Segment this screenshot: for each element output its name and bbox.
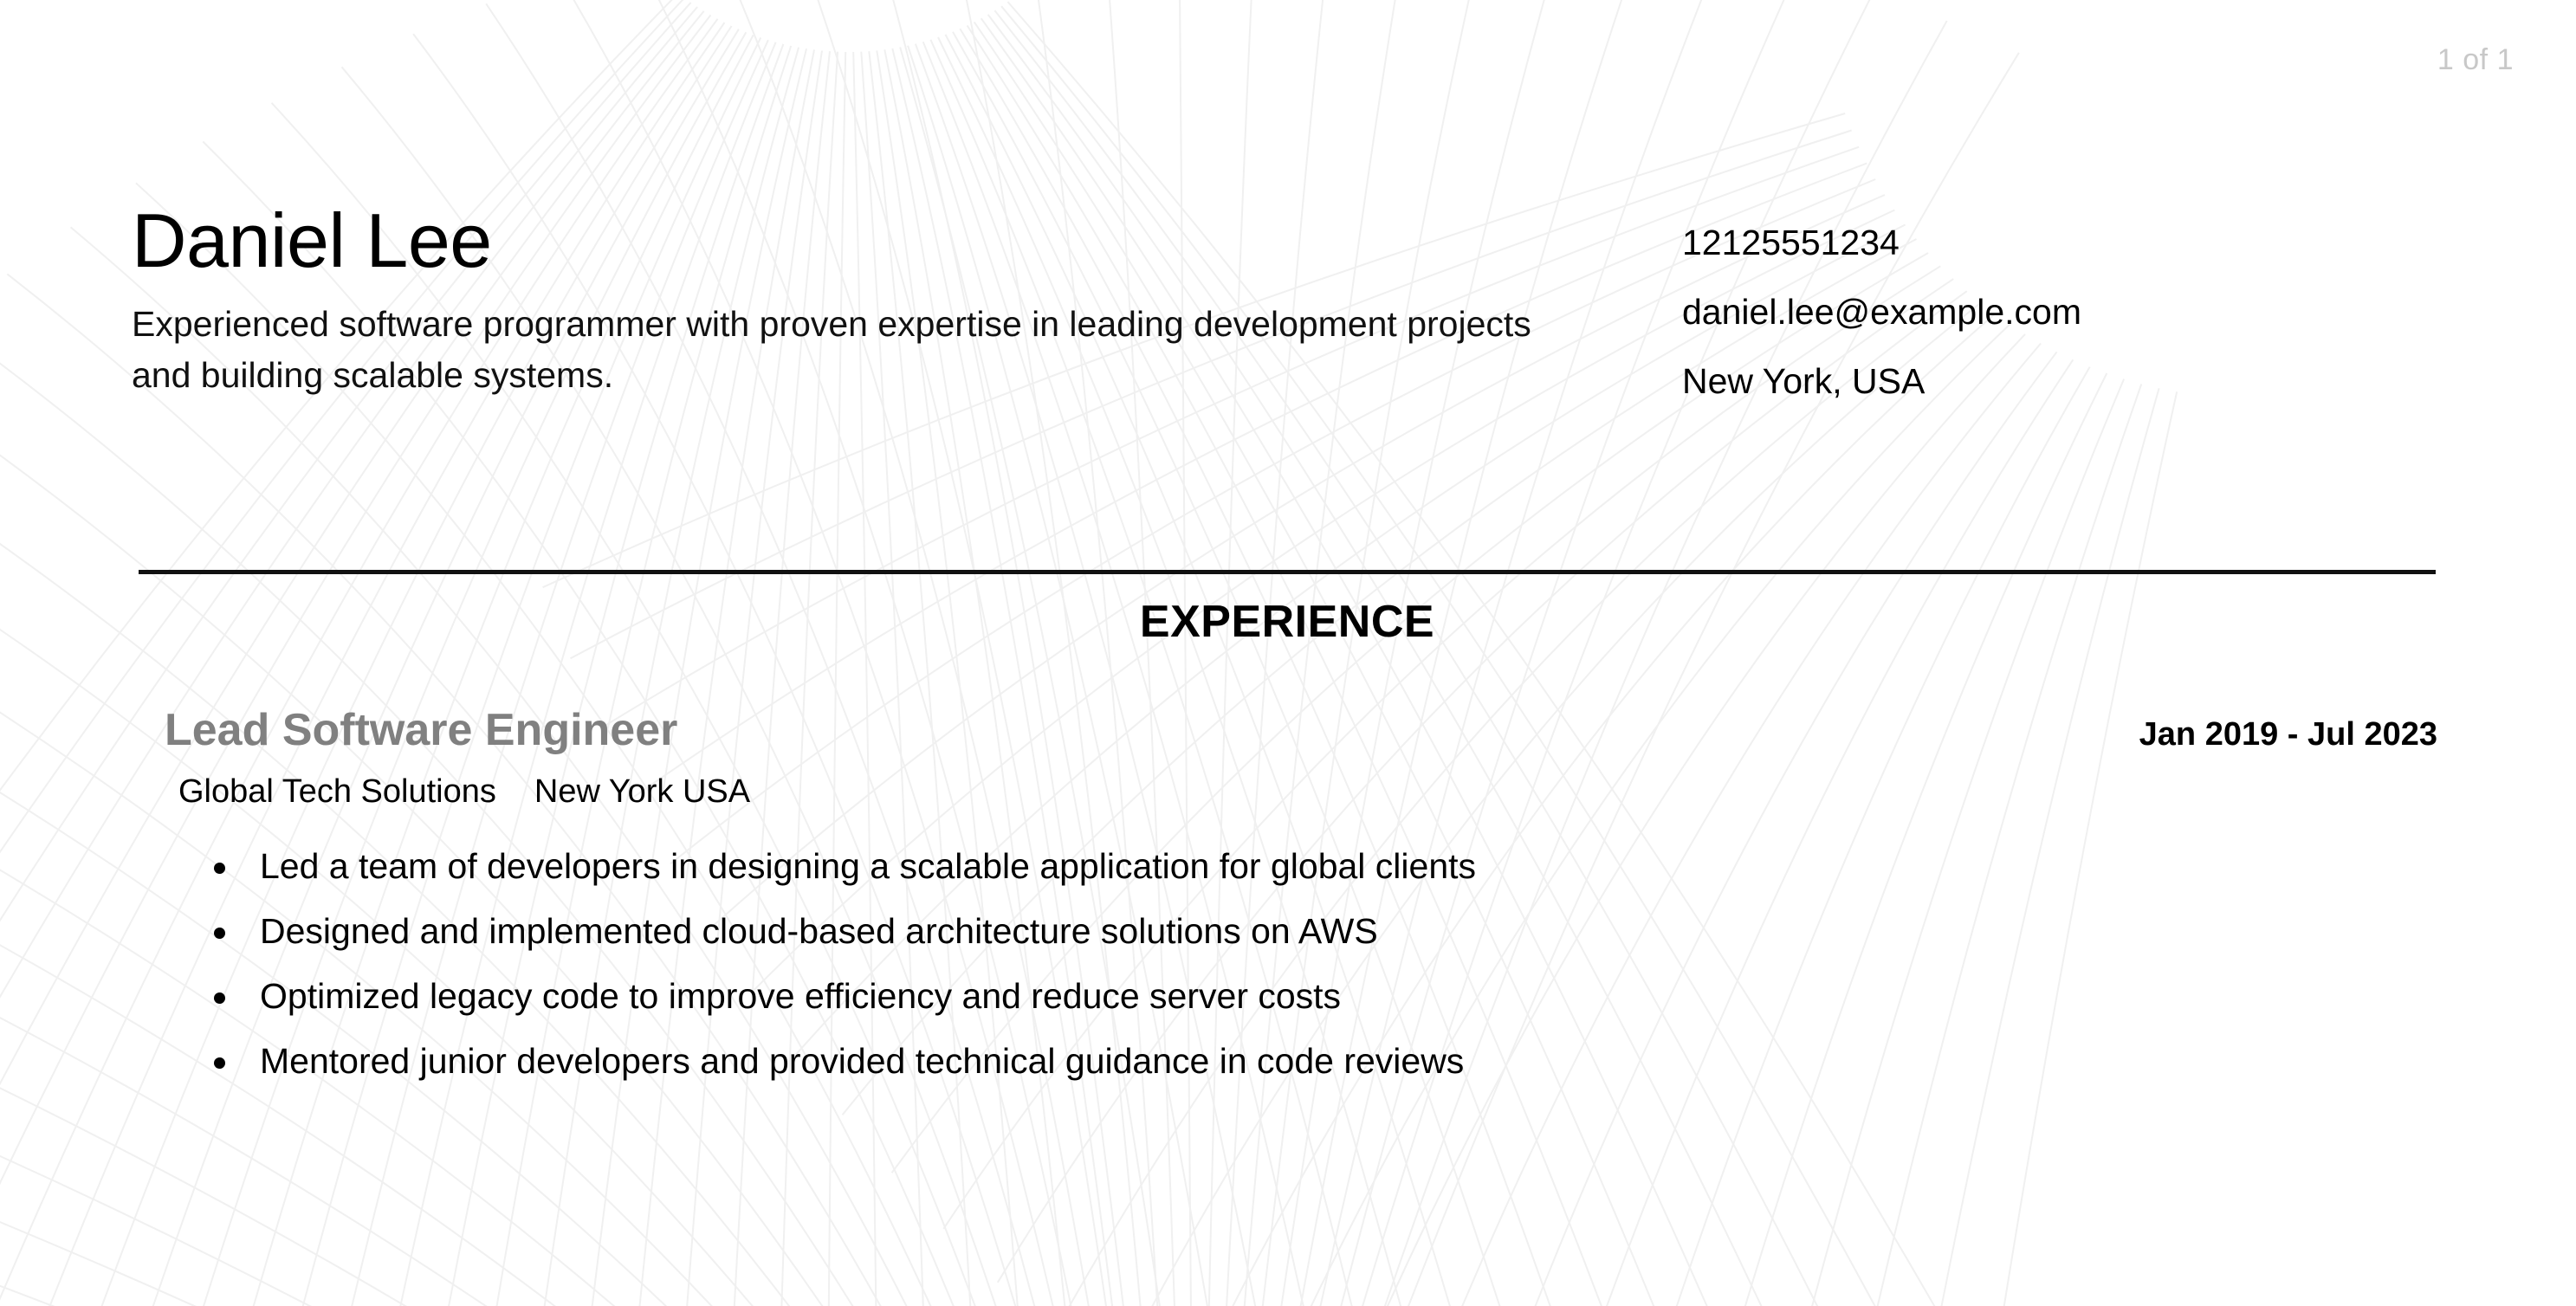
bullet-dot-icon bbox=[214, 862, 225, 874]
section-divider-rule bbox=[139, 570, 2436, 574]
list-item: Optimized legacy code to improve efficie… bbox=[165, 975, 2443, 1016]
bullet-dot-icon bbox=[214, 992, 225, 1004]
list-item: Led a team of developers in designing a … bbox=[165, 845, 2443, 886]
experience-entry-header: Lead Software Engineer Jan 2019 - Jul 20… bbox=[165, 705, 2443, 755]
list-item: Designed and implemented cloud-based arc… bbox=[165, 910, 2443, 951]
bullet-dot-icon bbox=[214, 1057, 225, 1069]
contact-block: 12125551234 daniel.lee@example.com New Y… bbox=[1682, 199, 2436, 399]
page-title: Daniel Lee bbox=[132, 197, 492, 283]
employer-line: Global Tech Solutions New York USA bbox=[165, 773, 2443, 811]
list-item-text: Optimized legacy code to improve efficie… bbox=[260, 975, 1342, 1016]
contact-location: New York, USA bbox=[1682, 361, 1926, 401]
page-indicator: 1 of 1 bbox=[2437, 43, 2514, 76]
company-name: Global Tech Solutions bbox=[178, 773, 496, 811]
bullet-dot-icon bbox=[214, 927, 225, 939]
resume-header: Daniel Lee Experienced software programm… bbox=[132, 199, 2436, 401]
job-location: New York USA bbox=[534, 773, 751, 811]
contact-phone[interactable]: 12125551234 bbox=[1682, 225, 2436, 261]
list-item-text: Mentored junior developers and provided … bbox=[260, 1040, 1465, 1081]
list-item: Mentored junior developers and provided … bbox=[165, 1040, 2443, 1081]
job-date-range: Jan 2019 - Jul 2023 bbox=[2139, 716, 2437, 753]
experience-entry: Lead Software Engineer Jan 2019 - Jul 20… bbox=[165, 705, 2443, 1081]
list-item-text: Led a team of developers in designing a … bbox=[260, 845, 1477, 886]
contact-email[interactable]: daniel.lee@example.com bbox=[1682, 294, 2436, 330]
list-item-text: Designed and implemented cloud-based arc… bbox=[260, 910, 1378, 951]
responsibility-list: Led a team of developers in designing a … bbox=[165, 845, 2443, 1081]
job-title: Lead Software Engineer bbox=[165, 705, 678, 755]
professional-summary: Experienced software programmer with pro… bbox=[132, 304, 1531, 396]
resume-page: 1 of 1 Daniel Lee Experienced software p… bbox=[0, 0, 2576, 1306]
section-heading-experience: EXPERIENCE bbox=[1139, 597, 1435, 647]
header-identity-block: Daniel Lee Experienced software programm… bbox=[132, 199, 1682, 401]
